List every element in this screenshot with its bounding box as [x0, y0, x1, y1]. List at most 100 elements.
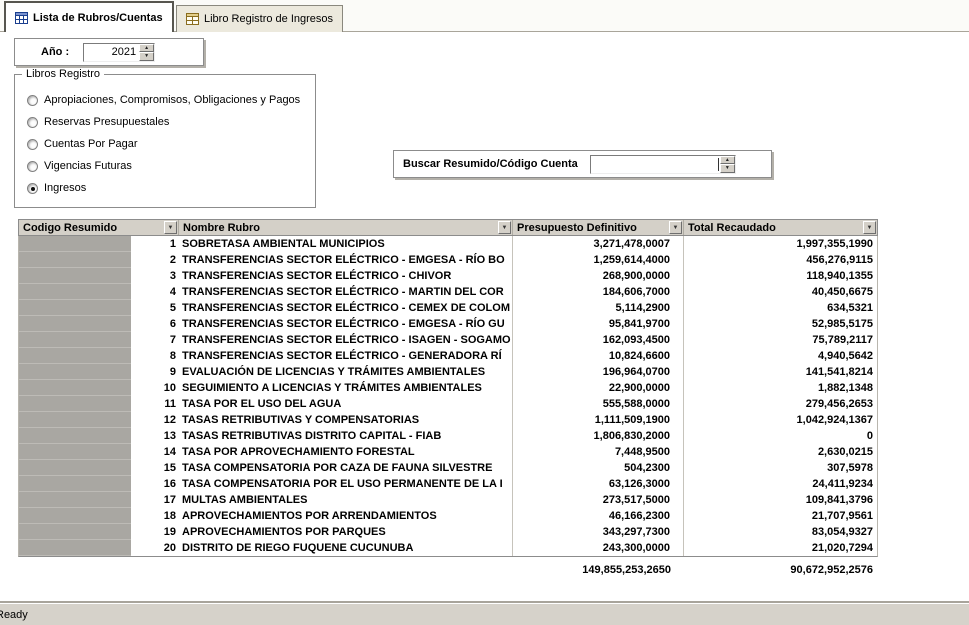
row-presupuesto: 63,126,3000 — [513, 476, 684, 492]
row-selector[interactable] — [19, 252, 131, 268]
column-filter-button[interactable]: ▼ — [863, 221, 876, 234]
row-recaudado: 1,042,924,1367 — [684, 412, 877, 428]
row-selector[interactable] — [19, 492, 131, 508]
row-selector[interactable] — [19, 524, 131, 540]
row-presupuesto: 1,259,614,4000 — [513, 252, 684, 268]
table-row[interactable]: 3 TRANSFERENCIAS SECTOR ELÉCTRICO - CHIV… — [19, 268, 877, 284]
spin-up-icon[interactable]: ▲ — [139, 44, 154, 53]
year-spinner[interactable]: 2021 ▲ ▼ — [83, 43, 155, 62]
table-row[interactable]: 2 TRANSFERENCIAS SECTOR ELÉCTRICO - EMGE… — [19, 252, 877, 268]
radio-option[interactable]: Reservas Presupuestales — [27, 111, 311, 133]
year-panel: Año : 2021 ▲ ▼ — [14, 38, 204, 66]
radio-option[interactable]: Cuentas Por Pagar — [27, 133, 311, 155]
row-code: 16 — [131, 476, 179, 492]
row-recaudado: 2,630,0215 — [684, 444, 877, 460]
column-header-presupuesto[interactable]: Presupuesto Definitivo ▼ — [513, 220, 684, 235]
column-header-nombre[interactable]: Nombre Rubro ▼ — [179, 220, 513, 235]
row-selector[interactable] — [19, 412, 131, 428]
table-row[interactable]: 8 TRANSFERENCIAS SECTOR ELÉCTRICO - GENE… — [19, 348, 877, 364]
row-recaudado: 40,450,6675 — [684, 284, 877, 300]
table-row[interactable]: 19 APROVECHAMIENTOS POR PARQUES 343,297,… — [19, 524, 877, 540]
row-selector[interactable] — [19, 332, 131, 348]
row-selector[interactable] — [19, 508, 131, 524]
table-row[interactable]: 18 APROVECHAMIENTOS POR ARRENDAMIENTOS 4… — [19, 508, 877, 524]
table-row[interactable]: 11 TASA POR EL USO DEL AGUA 555,588,0000… — [19, 396, 877, 412]
status-bar: Ready — [0, 603, 969, 625]
table-row[interactable]: 14 TASA POR APROVECHAMIENTO FORESTAL 7,4… — [19, 444, 877, 460]
radio-option[interactable]: Ingresos — [27, 177, 311, 199]
row-name: APROVECHAMIENTOS POR ARRENDAMIENTOS — [179, 508, 513, 524]
row-code: 8 — [131, 348, 179, 364]
search-label: Buscar Resumido/Código Cuenta — [403, 158, 578, 170]
row-presupuesto: 162,093,4500 — [513, 332, 684, 348]
tab-lista-rubros-cuentas[interactable]: Lista de Rubros/Cuentas — [4, 1, 174, 32]
table-row[interactable]: 20 DISTRITO DE RIEGO FUQUENE CUCUNUBA 24… — [19, 540, 877, 556]
row-selector[interactable] — [19, 364, 131, 380]
table-row[interactable]: 12 TASAS RETRIBUTIVAS Y COMPENSATORIAS 1… — [19, 412, 877, 428]
table-row[interactable]: 15 TASA COMPENSATORIA POR CAZA DE FAUNA … — [19, 460, 877, 476]
row-selector[interactable] — [19, 540, 131, 556]
row-selector[interactable] — [19, 476, 131, 492]
tab-label: Libro Registro de Ingresos — [204, 13, 333, 25]
column-label: Total Recaudado — [688, 222, 776, 234]
radio-button-icon[interactable] — [27, 117, 38, 128]
search-panel: Buscar Resumido/Código Cuenta ▲ ▼ — [393, 150, 772, 178]
row-selector[interactable] — [19, 348, 131, 364]
row-selector[interactable] — [19, 268, 131, 284]
row-name: TRANSFERENCIAS SECTOR ELÉCTRICO - MARTIN… — [179, 284, 513, 300]
row-selector[interactable] — [19, 284, 131, 300]
table-row[interactable]: 1 SOBRETASA AMBIENTAL MUNICIPIOS 3,271,4… — [19, 236, 877, 252]
column-filter-button[interactable]: ▼ — [669, 221, 682, 234]
row-name: TRANSFERENCIAS SECTOR ELÉCTRICO - EMGESA… — [179, 316, 513, 332]
row-recaudado: 4,940,5642 — [684, 348, 877, 364]
table-row[interactable]: 16 TASA COMPENSATORIA POR EL USO PERMANE… — [19, 476, 877, 492]
row-selector[interactable] — [19, 444, 131, 460]
status-text: Ready — [0, 609, 28, 621]
row-presupuesto: 46,166,2300 — [513, 508, 684, 524]
table-row[interactable]: 10 SEGUIMIENTO A LICENCIAS Y TRÁMITES AM… — [19, 380, 877, 396]
spin-down-icon[interactable]: ▼ — [720, 164, 735, 173]
row-selector[interactable] — [19, 396, 131, 412]
row-presupuesto: 1,111,509,1900 — [513, 412, 684, 428]
radio-button-icon[interactable] — [27, 95, 38, 106]
spin-up-icon[interactable]: ▲ — [720, 156, 735, 165]
radio-option[interactable]: Apropiaciones, Compromisos, Obligaciones… — [27, 89, 311, 111]
row-name: SOBRETASA AMBIENTAL MUNICIPIOS — [179, 236, 513, 252]
search-input[interactable] — [591, 156, 717, 173]
row-name: TRANSFERENCIAS SECTOR ELÉCTRICO - GENERA… — [179, 348, 513, 364]
table-row[interactable]: 13 TASAS RETRIBUTIVAS DISTRITO CAPITAL -… — [19, 428, 877, 444]
row-selector[interactable] — [19, 300, 131, 316]
table-row[interactable]: 17 MULTAS AMBIENTALES 273,517,5000 109,8… — [19, 492, 877, 508]
row-name: TASAS RETRIBUTIVAS DISTRITO CAPITAL - FI… — [179, 428, 513, 444]
table-row[interactable]: 9 EVALUACIÓN DE LICENCIAS Y TRÁMITES AMB… — [19, 364, 877, 380]
row-recaudado: 21,707,9561 — [684, 508, 877, 524]
column-filter-button[interactable]: ▼ — [164, 221, 177, 234]
table-row[interactable]: 4 TRANSFERENCIAS SECTOR ELÉCTRICO - MART… — [19, 284, 877, 300]
radio-label: Reservas Presupuestales — [44, 116, 169, 128]
row-selector[interactable] — [19, 236, 131, 252]
row-presupuesto: 1,806,830,2000 — [513, 428, 684, 444]
column-header-codigo[interactable]: Codigo Resumido ▼ — [19, 220, 179, 235]
grid-table-icon — [15, 12, 28, 24]
column-filter-button[interactable]: ▼ — [498, 221, 511, 234]
year-label: Año : — [41, 46, 69, 58]
radio-button-icon[interactable] — [27, 139, 38, 150]
row-selector[interactable] — [19, 380, 131, 396]
table-row[interactable]: 7 TRANSFERENCIAS SECTOR ELÉCTRICO - ISAG… — [19, 332, 877, 348]
radio-option[interactable]: Vigencias Futuras — [27, 155, 311, 177]
row-selector[interactable] — [19, 316, 131, 332]
radio-button-icon[interactable] — [27, 161, 38, 172]
row-selector[interactable] — [19, 428, 131, 444]
radio-button-icon[interactable] — [27, 183, 38, 194]
spin-down-icon[interactable]: ▼ — [139, 52, 154, 61]
row-presupuesto: 5,114,2900 — [513, 300, 684, 316]
tab-libro-registro-ingresos[interactable]: Libro Registro de Ingresos — [176, 5, 343, 32]
column-header-recaudado[interactable]: Total Recaudado ▼ — [684, 220, 877, 235]
column-label: Presupuesto Definitivo — [517, 222, 637, 234]
tab-label: Lista de Rubros/Cuentas — [33, 12, 163, 24]
row-selector[interactable] — [19, 460, 131, 476]
table-row[interactable]: 6 TRANSFERENCIAS SECTOR ELÉCTRICO - EMGE… — [19, 316, 877, 332]
row-presupuesto: 7,448,9500 — [513, 444, 684, 460]
table-row[interactable]: 5 TRANSFERENCIAS SECTOR ELÉCTRICO - CEME… — [19, 300, 877, 316]
search-combo[interactable]: ▲ ▼ — [590, 155, 736, 174]
